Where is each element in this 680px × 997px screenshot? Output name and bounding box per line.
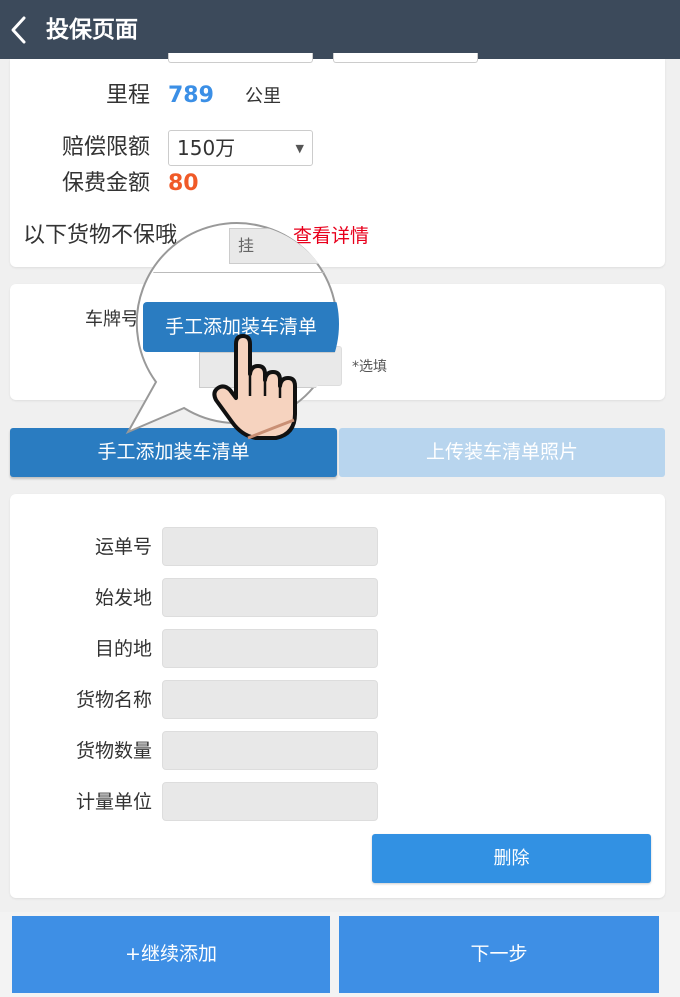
unit-of-measure-label: 计量单位 (75, 791, 152, 813)
compensation-limit-label: 赔偿限额 (61, 135, 150, 160)
mileage-unit: 公里 (245, 86, 281, 107)
back-button[interactable] (6, 12, 36, 48)
trailer-plate-input[interactable] (210, 346, 342, 386)
tab-upload-photo[interactable]: 上传装车清单照片 (339, 428, 665, 477)
waybill-label: 运单号 (94, 536, 152, 558)
app-header: 投保页面 (0, 0, 680, 59)
insurance-summary-card: 里程 789 公里 赔偿限额 150万 ▼ 保费金额 80 以下货物不保哦 查看… (10, 53, 665, 267)
tab-manual-add[interactable]: 手工添加装车清单 (10, 428, 337, 477)
cargo-form-card: 运单号 始发地 目的地 货物名称 货物数量 计量单位 删除 (10, 494, 665, 898)
page-title: 投保页面 (46, 17, 138, 43)
plate-number-card: 车牌号 *选填 (10, 284, 665, 400)
compensation-limit-select[interactable]: 150万 ▼ (168, 130, 313, 166)
cargo-name-input[interactable] (162, 680, 378, 719)
compensation-limit-value: 150万 (177, 136, 236, 160)
destination-input[interactable] (162, 629, 378, 668)
plate-number-label: 车牌号 (85, 309, 139, 330)
next-step-button[interactable]: 下一步 (339, 916, 659, 993)
cargo-quantity-label: 货物数量 (75, 740, 152, 762)
cargo-quantity-input[interactable] (162, 731, 378, 770)
collapsed-field-edge (333, 53, 478, 63)
continue-add-button[interactable]: +继续添加 (12, 916, 330, 993)
mileage-label: 里程 (105, 83, 150, 108)
cargo-name-label: 货物名称 (75, 689, 152, 711)
origin-label: 始发地 (94, 587, 152, 609)
dropdown-arrow-icon: ▼ (295, 142, 304, 155)
origin-input[interactable] (162, 578, 378, 617)
optional-hint: *选填 (352, 359, 387, 375)
delete-button[interactable]: 删除 (372, 834, 651, 883)
unit-of-measure-input[interactable] (162, 782, 378, 821)
bottom-action-bar: +继续添加 下一步 (0, 912, 680, 997)
premium-value: 80 (168, 171, 199, 196)
waybill-input[interactable] (162, 527, 378, 566)
view-details-link[interactable]: 查看详情 (293, 223, 369, 249)
premium-label: 保费金额 (61, 171, 150, 196)
exclusion-text: 以下货物不保哦 (23, 223, 178, 248)
mileage-value: 789 (168, 83, 214, 108)
destination-label: 目的地 (94, 638, 152, 660)
collapsed-field-edge (168, 53, 313, 63)
chevron-left-icon (11, 16, 26, 44)
magnified-divider (139, 272, 339, 273)
